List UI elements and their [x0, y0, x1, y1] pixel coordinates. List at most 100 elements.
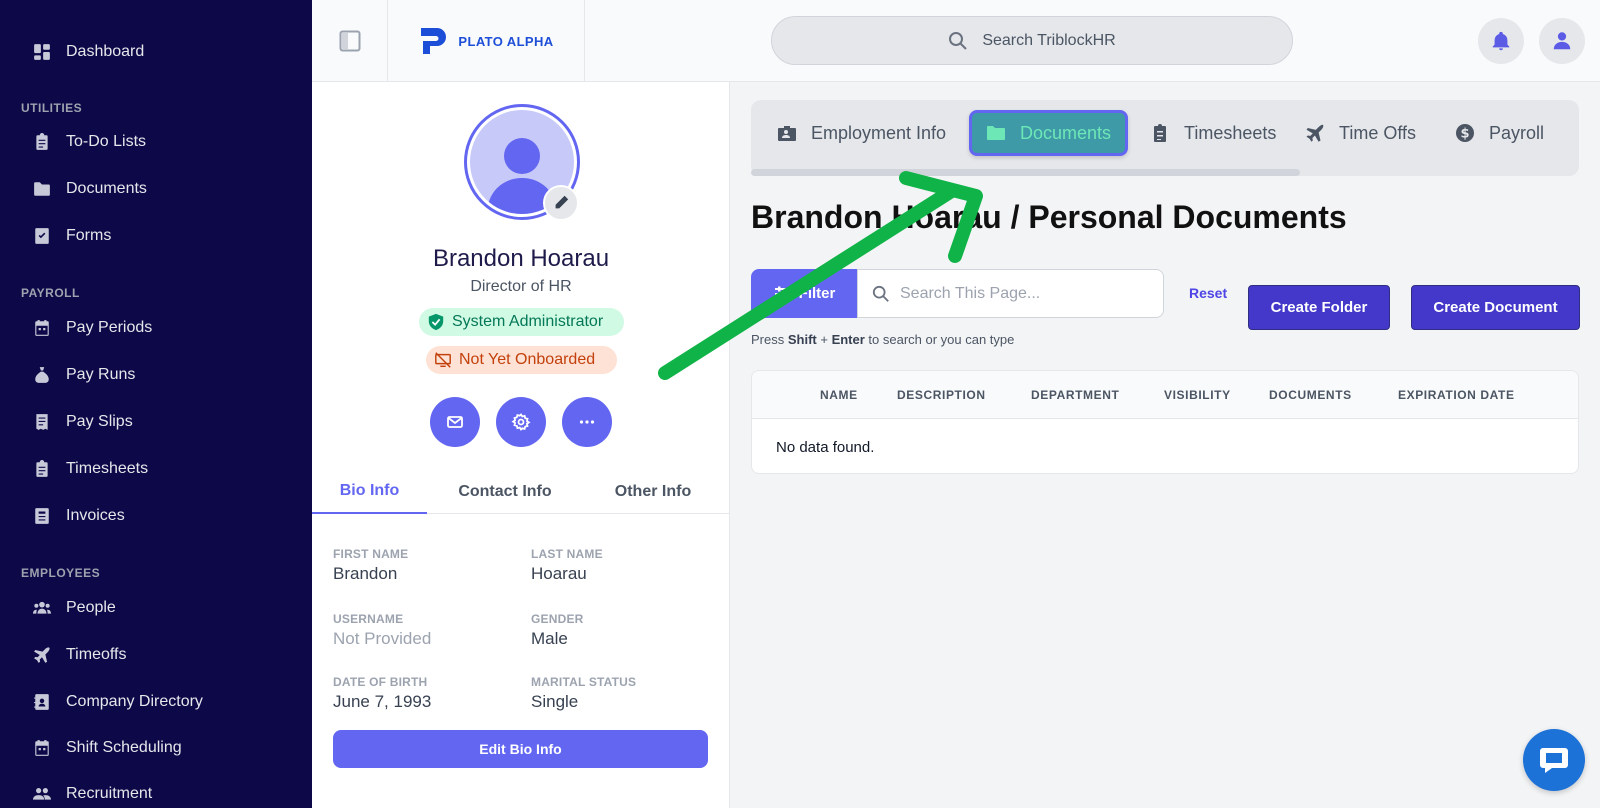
field-label-marital-status: MARITAL STATUS — [531, 675, 637, 689]
global-search-input[interactable]: Search TriblockHR — [771, 16, 1293, 65]
sidebar-item-recruitment[interactable]: Recruitment — [33, 782, 152, 806]
sidebar-item-label: Timesheets — [66, 460, 149, 477]
sidebar-toggle-button[interactable] — [312, 0, 388, 82]
status-badge-onboarding: Not Yet Onboarded — [426, 346, 617, 374]
sidebar-item-shift-scheduling[interactable]: Shift Scheduling — [33, 736, 182, 760]
sidebar-item-label: Dashboard — [66, 43, 145, 60]
gear-icon — [511, 413, 531, 431]
page-search-field[interactable] — [857, 269, 1164, 318]
sidebar-item-timeoffs[interactable]: Timeoffs — [33, 643, 126, 667]
tab-other-info[interactable]: Other Info — [588, 470, 718, 514]
sidebar-item-pay-runs[interactable]: Pay Runs — [33, 363, 135, 387]
tab-timesheets[interactable]: Timesheets — [1136, 110, 1290, 156]
svg-text:$: $ — [1460, 127, 1469, 142]
sidebar-item-label: Pay Periods — [66, 319, 153, 336]
sidebar-item-label: Invoices — [66, 507, 125, 524]
field-label-gender: GENDER — [531, 612, 584, 626]
clipboard-icon — [36, 133, 48, 150]
plane-icon — [34, 647, 50, 663]
user-menu-button[interactable] — [1539, 18, 1585, 64]
folder-icon — [987, 126, 1005, 140]
tab-time-offs[interactable]: Time Offs — [1291, 110, 1430, 156]
documents-table: NAME DESCRIPTION DEPARTMENT VISIBILITY D… — [751, 370, 1579, 474]
profile-panel: Brandon Hoarau Director of HR System Adm… — [312, 82, 730, 808]
calendar-icon — [35, 740, 49, 756]
field-value-username: Not Provided — [333, 629, 432, 648]
sidebar-item-pay-slips[interactable]: Pay Slips — [33, 410, 133, 434]
field-label-last-name: LAST NAME — [531, 547, 603, 561]
money-bag-icon — [35, 367, 49, 383]
tab-label: Payroll — [1489, 122, 1545, 143]
sidebar-item-timesheets[interactable]: Timesheets — [33, 457, 148, 481]
sidebar-item-label: To-Do Lists — [66, 133, 147, 150]
sidebar-item-label: Timeoffs — [66, 646, 127, 663]
column-header-expiration-date[interactable]: EXPIRATION DATE — [1398, 388, 1515, 402]
field-value-marital-status: Single — [531, 692, 579, 711]
sidebar-item-todo[interactable]: To-Do Lists — [33, 130, 146, 154]
tab-employment-info[interactable]: Employment Info — [763, 110, 960, 156]
tab-bio-info[interactable]: Bio Info — [312, 470, 427, 514]
field-value-first-name: Brandon — [333, 564, 398, 583]
sidebar-item-invoices[interactable]: Invoices — [33, 504, 125, 528]
chat-button[interactable] — [1523, 729, 1585, 791]
table-header: NAME DESCRIPTION DEPARTMENT VISIBILITY D… — [752, 371, 1578, 419]
sidebar-item-label: Pay Slips — [66, 413, 133, 430]
sidebar-item-forms[interactable]: Forms — [33, 224, 111, 248]
field-label-dob: DATE OF BIRTH — [333, 675, 428, 689]
sidebar-item-people[interactable]: People — [33, 596, 116, 620]
sidebar-item-label: Company Directory — [66, 693, 203, 710]
tab-documents[interactable]: Documents — [969, 110, 1129, 156]
screen-off-icon — [435, 352, 451, 368]
bell-icon — [1492, 31, 1510, 51]
search-icon — [949, 31, 968, 50]
sidebar-item-pay-periods[interactable]: Pay Periods — [33, 316, 152, 340]
reset-link[interactable]: Reset — [1189, 285, 1227, 301]
profile-tabs: Bio Info Contact Info Other Info — [312, 470, 730, 514]
tab-label: Timesheets — [1184, 122, 1277, 143]
sidebar-item-company-directory[interactable]: Company Directory — [33, 690, 203, 714]
filter-button[interactable]: Filter — [751, 269, 857, 318]
settings-button[interactable] — [496, 397, 546, 447]
create-folder-button[interactable]: Create Folder — [1248, 285, 1390, 330]
tabs-scrollbar[interactable] — [751, 169, 1300, 176]
edit-avatar-button[interactable] — [543, 185, 579, 221]
field-value-last-name: Hoarau — [531, 564, 587, 583]
tab-label: Employment Info — [811, 122, 947, 143]
logo-text: PLATO ALPHA — [458, 33, 554, 49]
sidebar-toggle-icon — [339, 30, 360, 52]
email-button[interactable] — [430, 397, 480, 447]
column-header-name[interactable]: NAME — [820, 388, 858, 402]
clipboard-list-icon — [36, 460, 48, 477]
chat-bubble-icon — [1540, 748, 1568, 773]
column-header-description[interactable]: DESCRIPTION — [897, 388, 986, 402]
column-header-documents[interactable]: DOCUMENTS — [1269, 388, 1352, 402]
tab-payroll[interactable]: $ Payroll — [1441, 110, 1558, 156]
users-icon — [33, 788, 51, 800]
tab-contact-info[interactable]: Contact Info — [434, 470, 576, 514]
search-hint: Press Shift + Enter to search or you can… — [751, 332, 1015, 347]
sidebar-item-documents[interactable]: Documents — [33, 177, 147, 201]
form-icon — [35, 228, 49, 244]
edit-bio-button[interactable]: Edit Bio Info — [333, 730, 708, 768]
page-title: Brandon Hoarau / Personal Documents — [751, 199, 1347, 235]
top-bar: PLATO ALPHA Search TriblockHR — [312, 0, 1600, 82]
sidebar-item-label: People — [66, 599, 116, 616]
receipt-icon — [36, 414, 48, 430]
address-book-icon — [34, 694, 49, 710]
field-value-dob: June 7, 1993 — [333, 692, 432, 711]
column-header-visibility[interactable]: VISIBILITY — [1164, 388, 1231, 402]
column-header-department[interactable]: DEPARTMENT — [1031, 388, 1119, 402]
logo[interactable]: PLATO ALPHA — [388, 0, 585, 82]
main-tabs: Employment Info Documents Timesheets Tim… — [751, 100, 1579, 176]
sidebar-item-label: Recruitment — [66, 785, 153, 802]
field-label-username: USERNAME — [333, 612, 404, 626]
page-search-input[interactable] — [900, 284, 1140, 303]
field-value-gender: Male — [531, 629, 568, 648]
sliders-icon — [774, 286, 791, 301]
more-options-button[interactable] — [562, 397, 612, 447]
notifications-button[interactable] — [1478, 18, 1524, 64]
create-document-button[interactable]: Create Document — [1411, 285, 1580, 330]
sidebar-item-dashboard[interactable]: Dashboard — [33, 40, 144, 64]
sidebar-item-label: Pay Runs — [66, 366, 136, 383]
people-icon — [33, 601, 51, 614]
